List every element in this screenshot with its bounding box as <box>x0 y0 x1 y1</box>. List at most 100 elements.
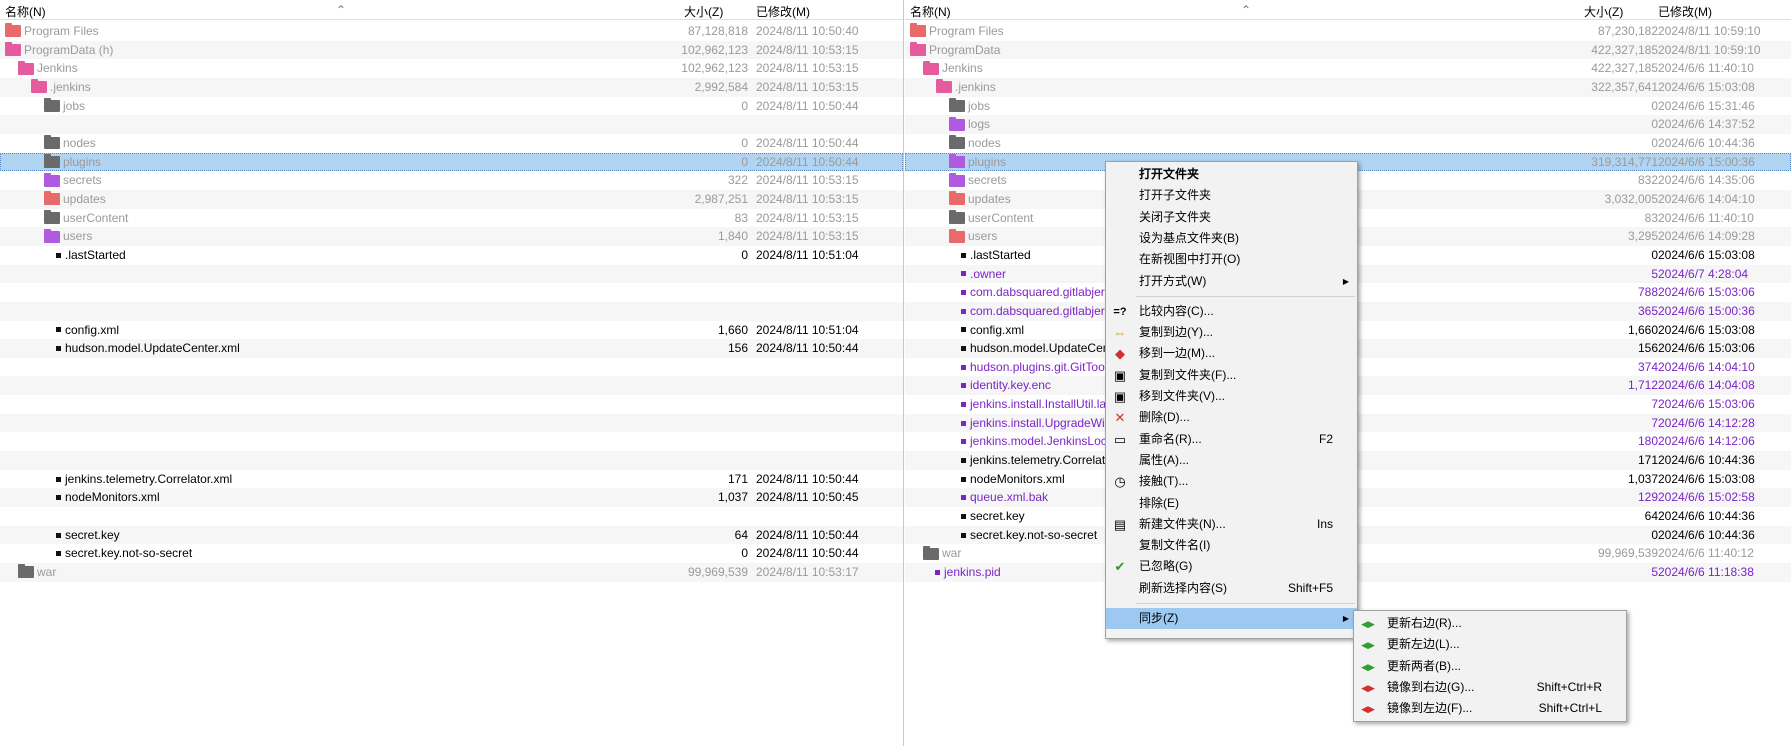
menu-item-menu-item-20[interactable]: 刷新选择内容(S) Shift+F5 <box>1106 578 1357 599</box>
menu-item-update-right[interactable]: ◀▶ 更新右边(R)... <box>1354 613 1626 634</box>
menu-item-menu-item-0[interactable]: 打开文件夹 <box>1106 164 1357 185</box>
folder-row[interactable]: secrets 322 2024/8/11 10:53:15 <box>0 171 903 190</box>
menu-item-menu-item-14[interactable]: 属性(A)... <box>1106 450 1357 471</box>
item-name-cell[interactable]: hudson.plugins.git.GitToo <box>961 358 1105 377</box>
folder-row[interactable]: userContent 83 2024/8/11 10:53:15 <box>0 209 903 228</box>
file-row[interactable]: secret.key 64 2024/8/11 10:50:44 <box>0 525 903 545</box>
item-name-cell[interactable]: plugins <box>949 153 1006 172</box>
file-row[interactable]: jenkins.telemetry.Correlator.xml 171 2024/… <box>0 470 903 489</box>
item-name-cell[interactable]: secret.key <box>961 507 1025 526</box>
item-name-cell[interactable]: nodeMonitors.xml <box>961 470 1065 489</box>
folder-row[interactable]: war 99,969,539 2024/8/11 10:53:17 <box>0 563 903 582</box>
file-row[interactable]: nodeMonitors.xml 1,037 2024/8/11 10:50:45 <box>0 488 903 508</box>
item-name-cell[interactable]: nodes <box>949 134 1001 153</box>
left-file-list[interactable]: Program Files 87,128,818 2024/8/11 10:50:4… <box>0 22 903 582</box>
folder-row[interactable]: logs 0 2024/6/6 14:37:52 <box>905 115 1791 134</box>
item-name-cell[interactable]: Jenkins <box>18 59 78 78</box>
item-name-cell[interactable]: .lastStarted <box>56 246 126 265</box>
file-row[interactable]: hudson.model.UpdateCenter.xml 156 2024/8/1… <box>0 339 903 358</box>
item-name-cell[interactable]: com.dabsquared.gitlabjer <box>961 302 1105 321</box>
item-name-cell[interactable]: updates <box>949 190 1011 209</box>
item-name-cell[interactable]: plugins <box>44 153 101 172</box>
menu-item-update-left[interactable]: ◀▶ 更新左边(L)... <box>1354 634 1626 655</box>
item-name-cell[interactable]: secrets <box>44 171 102 190</box>
item-name-cell[interactable]: userContent <box>949 209 1033 228</box>
item-name-cell[interactable]: secret.key <box>56 526 120 545</box>
menu-item-move-to-side[interactable]: ◆ 移到一边(M)... <box>1106 343 1357 364</box>
name-column-header[interactable]: 名称(N) <box>5 3 46 20</box>
item-name-cell[interactable]: war <box>923 544 961 563</box>
menu-item-compare[interactable]: =? 比较内容(C)... <box>1106 301 1357 322</box>
menu-item-menu-item-4[interactable]: 在新视图中打开(O) <box>1106 249 1357 270</box>
item-name-cell[interactable]: userContent <box>44 209 128 228</box>
menu-item-new-folder[interactable]: ▤ 新建文件夹(N)... Ins <box>1106 514 1357 535</box>
size-column-header[interactable]: 大小(Z) <box>684 3 723 20</box>
folder-row[interactable]: Jenkins 102,962,123 2024/8/11 10:53:15 <box>0 59 903 78</box>
item-name-cell[interactable]: Program Files <box>910 22 1004 41</box>
size-column-header[interactable]: 大小(Z) <box>1584 3 1623 20</box>
folder-row[interactable]: jobs 0 2024/6/6 15:31:46 <box>905 97 1791 116</box>
item-name-cell[interactable]: Program Files <box>5 22 99 41</box>
menu-item-mirror-right[interactable]: ◀▶ 镜像到右边(G)... Shift+Ctrl+R <box>1354 677 1626 698</box>
item-name-cell[interactable]: config.xml <box>961 321 1024 340</box>
folder-row[interactable]: Program Files 87,230,182 2024/8/11 10:59:1… <box>905 22 1791 41</box>
item-name-cell[interactable]: updates <box>44 190 106 209</box>
item-name-cell[interactable]: jenkins.install.UpgradeWiz <box>961 414 1111 433</box>
menu-item-copy-to-side[interactable]: ⇔ 复制到边(Y)... <box>1106 322 1357 343</box>
item-name-cell[interactable]: jenkins.install.InstallUtil.las <box>961 395 1112 414</box>
item-name-cell[interactable]: jobs <box>949 97 990 116</box>
item-name-cell[interactable]: .owner <box>961 265 1006 284</box>
item-name-cell[interactable]: jenkins.model.JenkinsLoca <box>961 432 1113 451</box>
item-name-cell[interactable]: queue.xml.bak <box>961 488 1048 507</box>
folder-row[interactable]: Jenkins 422,327,185 2024/6/6 11:40:10 <box>905 59 1791 78</box>
item-name-cell[interactable]: .lastStarted <box>961 246 1031 265</box>
item-name-cell[interactable]: nodeMonitors.xml <box>56 488 160 507</box>
folder-row[interactable]: plugins 0 2024/8/11 10:50:44 <box>0 152 903 172</box>
item-name-cell[interactable]: hudson.model.UpdateCenter.xml <box>56 339 240 358</box>
modified-column-header[interactable]: 已修改(M) <box>756 3 810 20</box>
folder-row[interactable]: ProgramData 422,327,185 2024/8/11 10:59:10 <box>905 40 1791 60</box>
menu-item-menu-item-3[interactable]: 设为基点文件夹(B) <box>1106 228 1357 249</box>
item-name-cell[interactable]: jenkins.pid <box>935 563 1001 582</box>
item-name-cell[interactable]: users <box>949 227 997 246</box>
item-name-cell[interactable]: .jenkins <box>31 78 91 97</box>
item-name-cell[interactable]: ProgramData <box>910 41 1000 60</box>
menu-item-delete[interactable]: ✕ 删除(D)... <box>1106 407 1357 428</box>
folder-row[interactable]: nodes 0 2024/6/6 10:44:36 <box>905 134 1791 153</box>
menu-item-menu-item-16[interactable]: 排除(E) <box>1106 493 1357 514</box>
menu-item-check[interactable]: ✔ 已忽略(G) <box>1106 556 1357 577</box>
item-name-cell[interactable]: nodes <box>44 134 96 153</box>
menu-item-menu-item-1[interactable]: 打开子文件夹 <box>1106 185 1357 206</box>
menu-item-menu-item-18[interactable]: 复制文件名(I) <box>1106 535 1357 556</box>
item-name-cell[interactable]: secret.key.not-so-secret <box>56 544 192 563</box>
item-name-cell[interactable]: jenkins.telemetry.Correlato <box>961 451 1112 470</box>
item-name-cell[interactable]: war <box>18 563 56 582</box>
name-column-header[interactable]: 名称(N) <box>910 3 951 20</box>
item-name-cell[interactable]: .jenkins <box>936 78 996 97</box>
menu-item-touch[interactable]: ◷ 接触(T)... <box>1106 471 1357 492</box>
item-name-cell[interactable]: Jenkins <box>923 59 983 78</box>
folder-row[interactable]: ProgramData (h) 102,962,123 2024/8/11 10:5… <box>0 40 903 60</box>
folder-row[interactable]: .jenkins 322,357,641 2024/6/6 15:03:08 <box>905 77 1791 97</box>
menu-item-update-both[interactable]: ◀▶ 更新两者(B)... <box>1354 656 1626 677</box>
file-row[interactable]: secret.key.not-so-secret 0 2024/8/11 10:50… <box>0 544 903 563</box>
folder-row[interactable]: jobs 0 2024/8/11 10:50:44 <box>0 97 903 116</box>
menu-item-menu-item-2[interactable]: 关闭子文件夹 <box>1106 207 1357 228</box>
menu-item-menu-item-5[interactable]: 打开方式(W) ▶ <box>1106 271 1357 292</box>
item-name-cell[interactable]: config.xml <box>56 321 119 340</box>
modified-column-header[interactable]: 已修改(M) <box>1658 3 1712 20</box>
item-name-cell[interactable]: logs <box>949 115 990 134</box>
item-name-cell[interactable]: jenkins.telemetry.Correlator.xml <box>56 470 232 489</box>
file-row[interactable]: config.xml 1,660 2024/8/11 10:51:04 <box>0 321 903 340</box>
item-name-cell[interactable]: ProgramData (h) <box>5 41 113 60</box>
item-name-cell[interactable]: identity.key.enc <box>961 376 1051 395</box>
folder-row[interactable]: .jenkins 2,992,584 2024/8/11 10:53:15 <box>0 77 903 97</box>
left-pane[interactable]: 名称(N) ⌃ 大小(Z) 已修改(M) Program Files 87,128… <box>0 0 904 746</box>
item-name-cell[interactable]: secrets <box>949 171 1007 190</box>
menu-item-rename[interactable]: ▭ 重命名(R)... F2 <box>1106 429 1357 450</box>
file-row[interactable]: .lastStarted 0 2024/8/11 10:51:04 <box>0 246 903 265</box>
folder-row[interactable]: users 1,840 2024/8/11 10:53:15 <box>0 227 903 246</box>
item-name-cell[interactable]: jobs <box>44 97 85 116</box>
folder-row[interactable]: nodes 0 2024/8/11 10:50:44 <box>0 134 903 153</box>
item-name-cell[interactable]: com.dabsquared.gitlabjer <box>961 283 1105 302</box>
